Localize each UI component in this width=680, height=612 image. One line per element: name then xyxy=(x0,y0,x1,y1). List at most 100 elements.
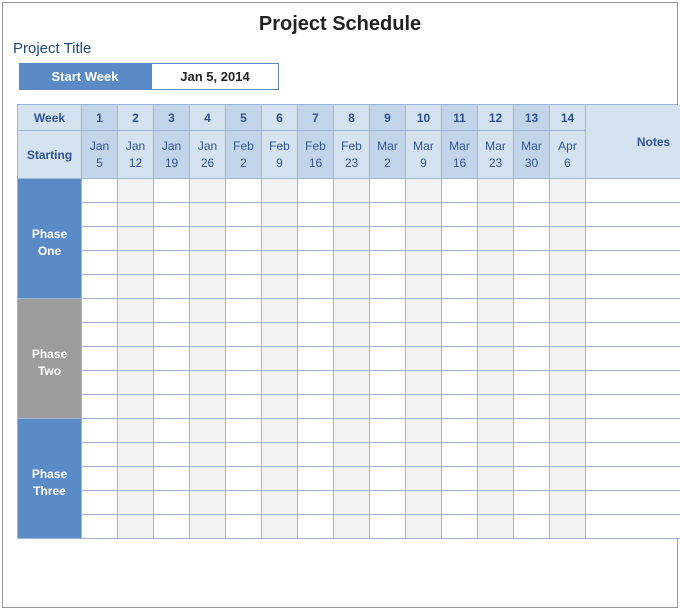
cell[interactable] xyxy=(370,323,406,347)
cell[interactable] xyxy=(82,227,118,251)
cell[interactable] xyxy=(226,515,262,539)
cell[interactable] xyxy=(82,467,118,491)
cell[interactable] xyxy=(154,491,190,515)
cell[interactable] xyxy=(118,323,154,347)
cell[interactable] xyxy=(478,371,514,395)
cell[interactable] xyxy=(190,227,226,251)
cell[interactable] xyxy=(298,395,334,419)
cell[interactable] xyxy=(514,443,550,467)
cell[interactable] xyxy=(478,251,514,275)
cell[interactable] xyxy=(226,179,262,203)
cell[interactable] xyxy=(334,371,370,395)
cell[interactable] xyxy=(262,467,298,491)
cell[interactable] xyxy=(406,371,442,395)
cell[interactable] xyxy=(226,299,262,323)
cell[interactable] xyxy=(82,179,118,203)
cell[interactable] xyxy=(154,419,190,443)
cell[interactable] xyxy=(442,299,478,323)
notes-cell[interactable] xyxy=(586,371,680,395)
cell[interactable] xyxy=(118,227,154,251)
cell[interactable] xyxy=(226,347,262,371)
cell[interactable] xyxy=(406,347,442,371)
cell[interactable] xyxy=(370,515,406,539)
cell[interactable] xyxy=(118,203,154,227)
cell[interactable] xyxy=(442,371,478,395)
cell[interactable] xyxy=(550,179,586,203)
cell[interactable] xyxy=(82,443,118,467)
cell[interactable] xyxy=(478,347,514,371)
cell[interactable] xyxy=(514,395,550,419)
cell[interactable] xyxy=(154,227,190,251)
notes-cell[interactable] xyxy=(586,347,680,371)
cell[interactable] xyxy=(514,251,550,275)
cell[interactable] xyxy=(334,299,370,323)
cell[interactable] xyxy=(550,203,586,227)
cell[interactable] xyxy=(550,419,586,443)
cell[interactable] xyxy=(298,347,334,371)
cell[interactable] xyxy=(442,467,478,491)
cell[interactable] xyxy=(514,347,550,371)
cell[interactable] xyxy=(262,179,298,203)
cell[interactable] xyxy=(334,515,370,539)
cell[interactable] xyxy=(226,275,262,299)
cell[interactable] xyxy=(406,515,442,539)
cell[interactable] xyxy=(514,227,550,251)
cell[interactable] xyxy=(334,467,370,491)
cell[interactable] xyxy=(370,179,406,203)
notes-cell[interactable] xyxy=(586,491,680,515)
cell[interactable] xyxy=(262,443,298,467)
cell[interactable] xyxy=(298,515,334,539)
cell[interactable] xyxy=(298,299,334,323)
cell[interactable] xyxy=(370,395,406,419)
cell[interactable] xyxy=(154,515,190,539)
cell[interactable] xyxy=(550,299,586,323)
cell[interactable] xyxy=(262,299,298,323)
cell[interactable] xyxy=(190,515,226,539)
cell[interactable] xyxy=(478,491,514,515)
cell[interactable] xyxy=(154,371,190,395)
cell[interactable] xyxy=(406,179,442,203)
cell[interactable] xyxy=(298,443,334,467)
notes-cell[interactable] xyxy=(586,299,680,323)
notes-cell[interactable] xyxy=(586,467,680,491)
cell[interactable] xyxy=(298,419,334,443)
cell[interactable] xyxy=(334,419,370,443)
cell[interactable] xyxy=(118,443,154,467)
notes-cell[interactable] xyxy=(586,203,680,227)
cell[interactable] xyxy=(262,275,298,299)
cell[interactable] xyxy=(154,203,190,227)
cell[interactable] xyxy=(154,179,190,203)
cell[interactable] xyxy=(370,347,406,371)
cell[interactable] xyxy=(190,179,226,203)
cell[interactable] xyxy=(334,275,370,299)
cell[interactable] xyxy=(406,203,442,227)
cell[interactable] xyxy=(190,419,226,443)
cell[interactable] xyxy=(442,323,478,347)
cell[interactable] xyxy=(514,275,550,299)
cell[interactable] xyxy=(154,443,190,467)
cell[interactable] xyxy=(406,227,442,251)
cell[interactable] xyxy=(262,419,298,443)
notes-cell[interactable] xyxy=(586,275,680,299)
cell[interactable] xyxy=(550,515,586,539)
cell[interactable] xyxy=(226,323,262,347)
cell[interactable] xyxy=(478,227,514,251)
cell[interactable] xyxy=(262,515,298,539)
cell[interactable] xyxy=(190,251,226,275)
cell[interactable] xyxy=(190,491,226,515)
cell[interactable] xyxy=(334,203,370,227)
cell[interactable] xyxy=(406,443,442,467)
cell[interactable] xyxy=(514,515,550,539)
cell[interactable] xyxy=(298,275,334,299)
cell[interactable] xyxy=(226,203,262,227)
cell[interactable] xyxy=(298,323,334,347)
cell[interactable] xyxy=(190,371,226,395)
cell[interactable] xyxy=(442,443,478,467)
cell[interactable] xyxy=(154,251,190,275)
cell[interactable] xyxy=(190,443,226,467)
cell[interactable] xyxy=(298,179,334,203)
cell[interactable] xyxy=(478,419,514,443)
cell[interactable] xyxy=(442,515,478,539)
cell[interactable] xyxy=(82,491,118,515)
cell[interactable] xyxy=(226,443,262,467)
